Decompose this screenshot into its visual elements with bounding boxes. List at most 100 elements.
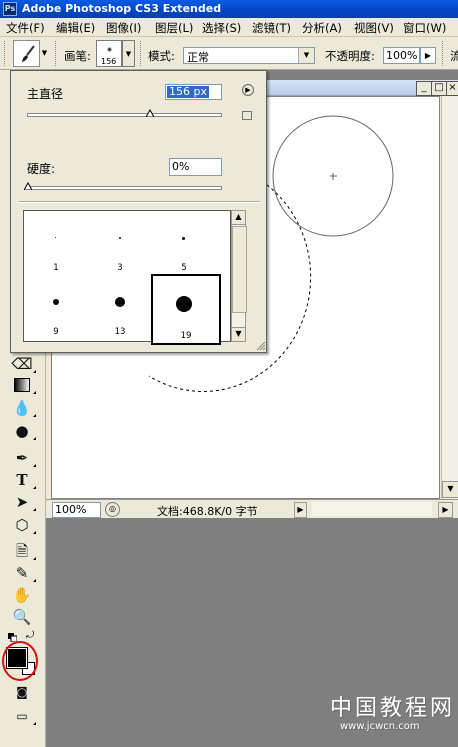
master-diameter-label: 主直径 [27, 87, 64, 101]
brush-preset-swatch[interactable]: 156 [96, 40, 122, 67]
vertical-scrollbar[interactable]: ▼ [441, 96, 458, 499]
panel-divider [19, 201, 260, 203]
document-status-bar: 100% ◎ 文档:468.8K/0 字节 ▶ ▶ [46, 499, 458, 518]
tool-preset-dropdown-arrow[interactable]: ▼ [39, 40, 49, 67]
brush-tip-icon [176, 296, 192, 312]
scroll-up-arrow-icon[interactable]: ▲ [231, 210, 246, 225]
brush-preset-size: 5 [181, 263, 187, 273]
mode-label: 模式: [148, 49, 175, 63]
brush-tip-icon [53, 299, 59, 305]
eyedropper-tool-icon[interactable]: ✎ [10, 562, 36, 584]
screen-mode-icon[interactable]: ▭ [10, 705, 36, 727]
options-bar: ▼ 画笔: 156 ▼ 模式: 正常 ▼ 不透明度: 100% ▶ 流 [0, 37, 458, 70]
photoshop-logo: Ps [3, 2, 17, 16]
watermark-name: 中国教程网 [330, 696, 456, 721]
diameter-slider-thumb[interactable] [146, 109, 154, 117]
dodge-tool-icon[interactable]: ● [10, 420, 36, 442]
options-bar-grip[interactable] [4, 41, 8, 66]
scroll-down-arrow-icon[interactable]: ▼ [231, 327, 246, 342]
menu-bar: 文件(F) 编辑(E) 图像(I) 图层(L) 选择(S) 滤镜(T) 分析(A… [0, 18, 458, 37]
menu-image[interactable]: 图像(I) [106, 20, 141, 36]
scroll-down-arrow-icon[interactable]: ▼ [442, 481, 458, 498]
hardness-slider-thumb[interactable] [24, 182, 32, 190]
options-bar-separator [140, 41, 144, 66]
brush-preset-9[interactable]: 9 [24, 275, 89, 339]
default-colors-icon[interactable] [8, 632, 18, 643]
brush-preset-size: 3 [117, 263, 123, 273]
brush-picker-dropdown-arrow[interactable]: ▼ [122, 40, 135, 67]
flow-label: 流 [450, 49, 458, 63]
brush-preset-picker-panel: 主直径 156 px ▶ 硬度: 0% 1 3 5 9 13 19 ▲ ▼ [10, 70, 267, 353]
title-bar: Ps Adobe Photoshop CS3 Extended [0, 0, 458, 18]
menu-analysis[interactable]: 分析(A) [302, 20, 342, 36]
scrollbar-thumb[interactable] [232, 226, 247, 313]
hardness-input[interactable]: 0% [169, 158, 222, 176]
status-info-icon[interactable]: ◎ [105, 502, 120, 517]
minimize-icon[interactable]: _ [416, 81, 432, 96]
swap-colors-icon[interactable]: ⤾ [26, 630, 34, 641]
brush-tip-icon [119, 237, 121, 239]
resize-grip-icon[interactable] [256, 341, 266, 351]
brush-preset-19-selected[interactable]: 19 [151, 274, 221, 345]
gradient-swatch-icon [14, 378, 30, 392]
brush-preset-size: 1 [53, 263, 59, 273]
gradient-tool-icon[interactable] [10, 374, 36, 396]
brush-tip-preview-icon [107, 47, 112, 52]
hardness-label: 硬度: [27, 162, 56, 176]
master-diameter-value: 156 px [167, 85, 209, 98]
brush-size-indicator: 156 [101, 57, 117, 66]
brush-tip-icon [182, 237, 185, 240]
scroll-right-arrow-icon[interactable]: ▶ [438, 502, 453, 518]
blur-tool-icon[interactable]: 💧 [10, 397, 36, 419]
type-tool-icon[interactable]: T [10, 469, 36, 491]
panel-menu-arrow-icon[interactable]: ▶ [242, 84, 254, 96]
close-icon[interactable]: × [446, 81, 458, 96]
chevron-down-icon[interactable]: ▼ [298, 48, 314, 63]
shape-tool-icon[interactable]: ⬡ [10, 514, 36, 536]
brush-tip-icon [55, 237, 56, 238]
path-selection-tool-icon[interactable]: ➤ [10, 491, 36, 513]
horizontal-scrollbar[interactable] [312, 502, 432, 516]
brush-cursor-crosshair [330, 173, 337, 180]
mode-select[interactable]: 正常 ▼ [183, 47, 315, 64]
notes-tool-icon[interactable]: 🗎 [10, 540, 36, 562]
menu-file[interactable]: 文件(F) [6, 20, 45, 36]
menu-window[interactable]: 窗口(W) [403, 20, 446, 36]
brush-preset-size: 13 [114, 327, 126, 337]
brush-grid-scrollbar[interactable]: ▲ ▼ [231, 210, 247, 342]
brush-preset-size: 19 [180, 331, 192, 341]
quick-mask-icon[interactable]: ◙ [10, 681, 34, 703]
opacity-input[interactable]: 100% [383, 47, 420, 64]
window-title: Adobe Photoshop CS3 Extended [22, 2, 222, 15]
options-bar-separator [442, 41, 446, 66]
menu-filter[interactable]: 滤镜(T) [252, 20, 291, 36]
brush-preset-1[interactable]: 1 [24, 211, 89, 276]
pen-tool-icon[interactable]: ✒ [10, 447, 36, 469]
hand-tool-icon[interactable]: ✋ [10, 584, 34, 606]
reset-size-icon[interactable] [242, 111, 252, 120]
zoom-tool-icon[interactable]: 🔍 [10, 606, 34, 628]
options-bar-separator [55, 41, 59, 66]
zoom-level-input[interactable]: 100% [52, 502, 101, 518]
hardness-slider[interactable] [27, 186, 222, 190]
maximize-icon[interactable]: □ [431, 81, 447, 96]
brush-preset-5[interactable]: 5 [152, 211, 216, 276]
master-diameter-slider[interactable] [27, 113, 222, 117]
brush-preset-13[interactable]: 13 [88, 275, 153, 339]
brush-tip-icon [115, 297, 125, 307]
document-info-text: 文档:468.8K/0 字节 [157, 505, 258, 518]
brush-preset-3[interactable]: 3 [88, 211, 153, 276]
eraser-tool-icon[interactable]: ⌫ [10, 353, 36, 375]
status-menu-arrow-icon[interactable]: ▶ [294, 502, 307, 518]
mode-value: 正常 [187, 51, 209, 64]
brush-label: 画笔: [64, 49, 91, 63]
menu-layer[interactable]: 图层(L) [155, 20, 193, 36]
brush-preset-grid: 1 3 5 9 13 19 [23, 210, 231, 345]
menu-edit[interactable]: 编辑(E) [56, 20, 95, 36]
brush-tool-icon [22, 45, 35, 62]
opacity-slider-arrow[interactable]: ▶ [420, 47, 436, 64]
menu-view[interactable]: 视图(V) [354, 20, 394, 36]
watermark-url: www.jcwcn.com [340, 721, 420, 732]
menu-select[interactable]: 选择(S) [202, 20, 241, 36]
master-diameter-input[interactable]: 156 px [165, 84, 222, 100]
